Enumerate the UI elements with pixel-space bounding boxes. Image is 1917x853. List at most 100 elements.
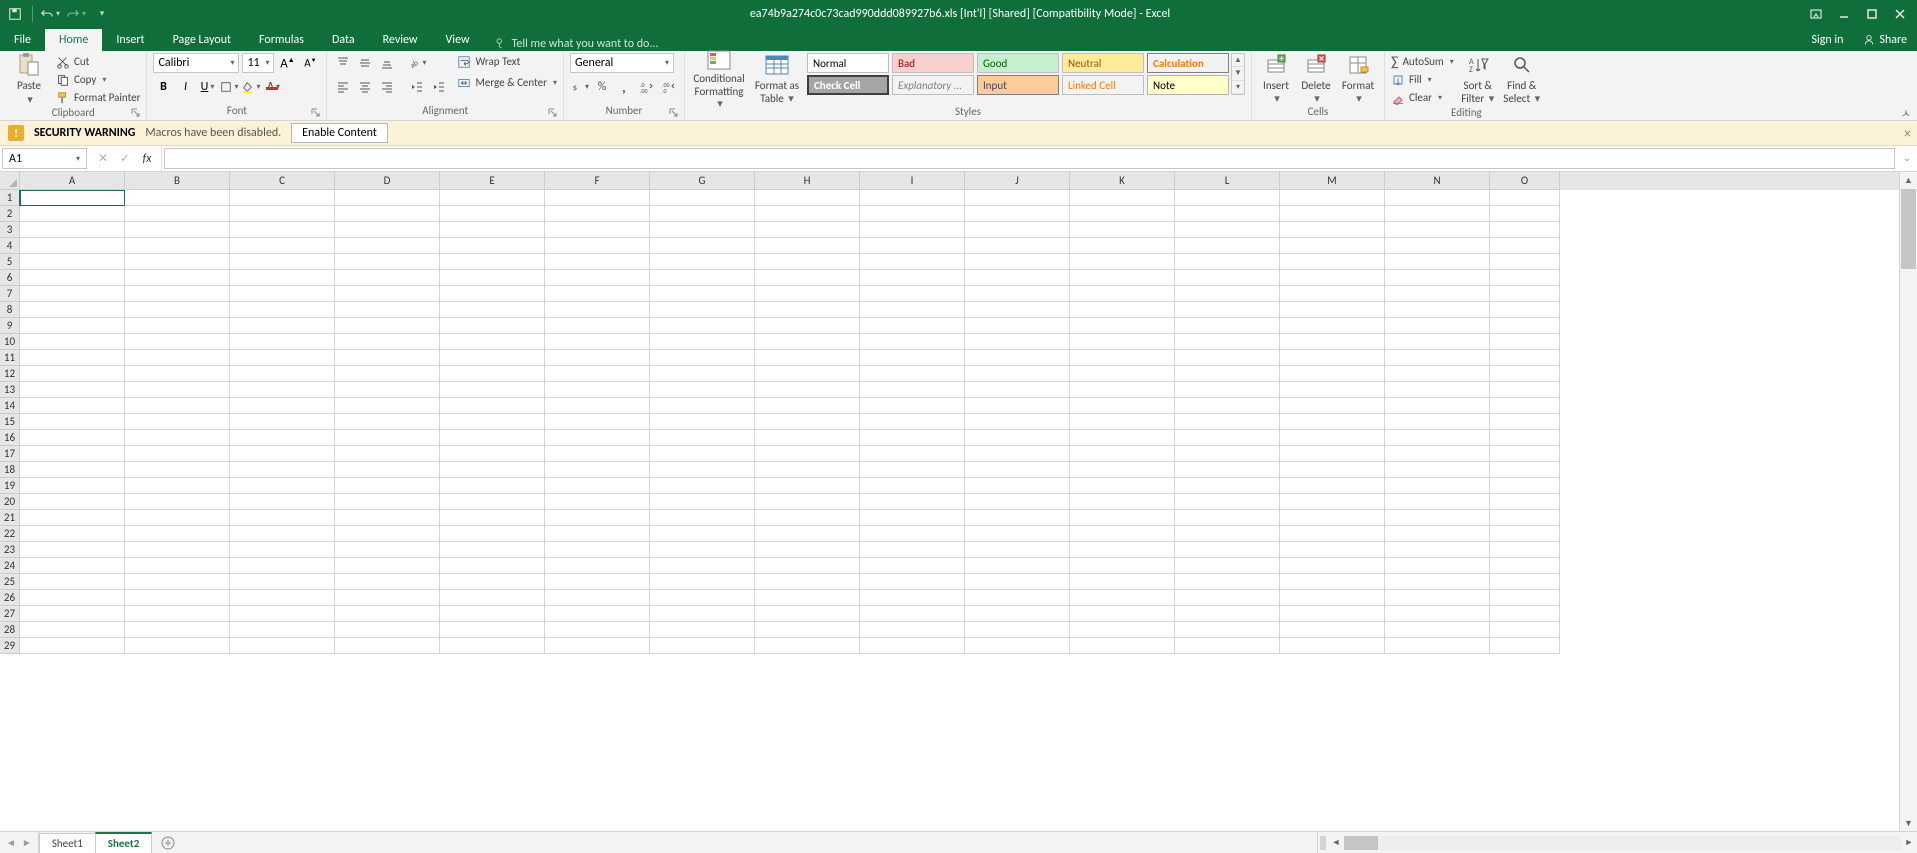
cell[interactable] xyxy=(965,254,1070,270)
increase-decimal-button[interactable]: .0.00 xyxy=(636,77,656,97)
row-header[interactable]: 18 xyxy=(0,462,20,478)
cell[interactable] xyxy=(1280,254,1385,270)
cell[interactable] xyxy=(545,270,650,286)
cell[interactable] xyxy=(440,398,545,414)
cell[interactable] xyxy=(1280,606,1385,622)
cell[interactable] xyxy=(1175,270,1280,286)
cell[interactable] xyxy=(1175,542,1280,558)
cell[interactable] xyxy=(230,430,335,446)
cell[interactable] xyxy=(335,382,440,398)
cell[interactable] xyxy=(1490,382,1560,398)
tab-formulas[interactable]: Formulas xyxy=(245,29,318,51)
cell[interactable] xyxy=(1385,270,1490,286)
cell[interactable] xyxy=(545,542,650,558)
column-header[interactable]: C xyxy=(230,172,335,190)
cell[interactable] xyxy=(125,238,230,254)
find-select-button[interactable]: Find &Select ▾ xyxy=(1502,53,1542,105)
cell[interactable] xyxy=(965,398,1070,414)
cell[interactable] xyxy=(650,254,755,270)
row-header[interactable]: 24 xyxy=(0,558,20,574)
horizontal-scrollbar[interactable]: ◄ ► xyxy=(1317,832,1917,853)
cell[interactable] xyxy=(20,254,125,270)
align-left-button[interactable] xyxy=(333,77,353,97)
cell[interactable] xyxy=(545,462,650,478)
cell[interactable] xyxy=(965,206,1070,222)
style-linked-cell[interactable]: Linked Cell xyxy=(1062,75,1144,95)
tab-insert[interactable]: Insert xyxy=(102,29,158,51)
cell[interactable] xyxy=(965,574,1070,590)
cell[interactable] xyxy=(1385,430,1490,446)
cell[interactable] xyxy=(1070,366,1175,382)
cell[interactable] xyxy=(1385,318,1490,334)
cell[interactable] xyxy=(230,302,335,318)
cell[interactable] xyxy=(755,494,860,510)
style-calculation[interactable]: Calculation xyxy=(1147,53,1229,73)
cell[interactable] xyxy=(1175,190,1280,206)
row-header[interactable]: 9 xyxy=(0,318,20,334)
cell[interactable] xyxy=(125,206,230,222)
cell[interactable] xyxy=(755,334,860,350)
cell[interactable] xyxy=(1175,238,1280,254)
cell[interactable] xyxy=(1490,222,1560,238)
cell[interactable] xyxy=(860,254,965,270)
cell[interactable] xyxy=(20,510,125,526)
cell[interactable] xyxy=(1280,414,1385,430)
cell[interactable] xyxy=(1280,542,1385,558)
cell[interactable] xyxy=(20,574,125,590)
cell[interactable] xyxy=(1385,622,1490,638)
cell[interactable] xyxy=(230,638,335,654)
cell[interactable] xyxy=(20,398,125,414)
cell[interactable] xyxy=(860,526,965,542)
cell[interactable] xyxy=(755,222,860,238)
cell[interactable] xyxy=(1070,302,1175,318)
cell[interactable] xyxy=(860,238,965,254)
cell[interactable] xyxy=(1070,478,1175,494)
cell[interactable] xyxy=(755,542,860,558)
cell[interactable] xyxy=(965,382,1070,398)
cell[interactable] xyxy=(1490,478,1560,494)
cell[interactable] xyxy=(230,622,335,638)
cell[interactable] xyxy=(230,382,335,398)
cell[interactable] xyxy=(1280,574,1385,590)
align-center-button[interactable] xyxy=(355,77,375,97)
cell[interactable] xyxy=(1385,334,1490,350)
fill-color-button[interactable]: ▾ xyxy=(241,77,261,97)
column-header[interactable]: O xyxy=(1490,172,1560,190)
row-header[interactable]: 29 xyxy=(0,638,20,654)
cell[interactable] xyxy=(1175,446,1280,462)
cell[interactable] xyxy=(1175,318,1280,334)
cell[interactable] xyxy=(335,190,440,206)
cell[interactable] xyxy=(545,254,650,270)
row-header[interactable]: 27 xyxy=(0,606,20,622)
cell[interactable] xyxy=(545,574,650,590)
align-right-button[interactable] xyxy=(377,77,397,97)
cell[interactable] xyxy=(1280,558,1385,574)
share-button[interactable]: Share xyxy=(1853,29,1917,51)
vertical-scrollbar[interactable]: ▲ ▼ xyxy=(1899,172,1917,831)
cell[interactable] xyxy=(650,622,755,638)
cell[interactable] xyxy=(440,382,545,398)
cell[interactable] xyxy=(335,606,440,622)
sheet-nav-next[interactable]: ► xyxy=(22,836,32,849)
cell[interactable] xyxy=(755,590,860,606)
row-header[interactable]: 10 xyxy=(0,334,20,350)
cell[interactable] xyxy=(125,222,230,238)
row-header[interactable]: 2 xyxy=(0,206,20,222)
cell[interactable] xyxy=(1280,286,1385,302)
cell[interactable] xyxy=(230,414,335,430)
cell[interactable] xyxy=(1070,510,1175,526)
column-header[interactable]: J xyxy=(965,172,1070,190)
cell[interactable] xyxy=(335,542,440,558)
cell[interactable] xyxy=(965,222,1070,238)
cell[interactable] xyxy=(440,590,545,606)
cell[interactable] xyxy=(440,414,545,430)
cell[interactable] xyxy=(125,542,230,558)
cell[interactable] xyxy=(440,366,545,382)
cell[interactable] xyxy=(1385,382,1490,398)
cell[interactable] xyxy=(20,286,125,302)
cell[interactable] xyxy=(1490,510,1560,526)
cell[interactable] xyxy=(230,238,335,254)
cell[interactable] xyxy=(1280,430,1385,446)
cell[interactable] xyxy=(965,414,1070,430)
cell[interactable] xyxy=(230,366,335,382)
